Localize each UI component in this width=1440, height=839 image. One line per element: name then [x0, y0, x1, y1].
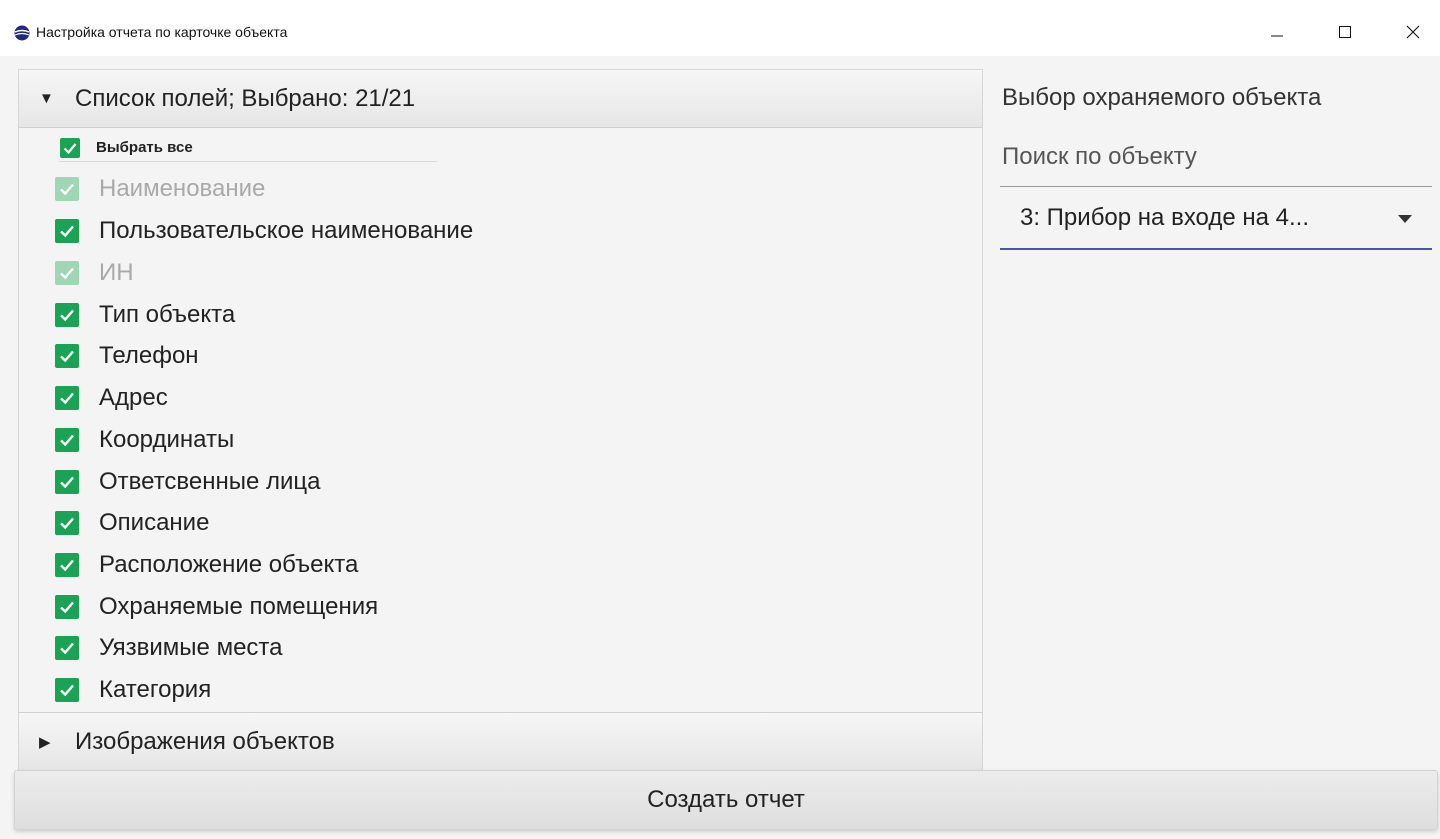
close-button[interactable] [1390, 14, 1436, 50]
minimize-button[interactable] [1254, 14, 1300, 50]
checkmark-icon [60, 225, 74, 238]
field-label: Уязвимые места [99, 634, 283, 661]
field-checkbox[interactable] [55, 344, 79, 368]
field-label: Описание [99, 509, 210, 536]
field-label: ИН [99, 259, 134, 286]
maximize-icon [1339, 26, 1351, 38]
field-checkbox[interactable] [55, 470, 79, 494]
app-logo-icon [14, 25, 30, 41]
field-label: Категория [99, 676, 212, 703]
field-item-category[interactable]: Категория [55, 672, 211, 708]
checkmark-icon [60, 137, 80, 158]
images-pane-header[interactable]: ▶ Изображения объектов [19, 712, 982, 770]
accordion: ▼ Список полей; Выбрано: 21/21 Выбрать в… [18, 69, 983, 771]
maximize-button[interactable] [1322, 14, 1368, 50]
field-checkbox[interactable] [55, 303, 79, 327]
field-checkbox[interactable] [55, 511, 79, 535]
field-checkbox [55, 177, 79, 201]
main-area: ▼ Список полей; Выбрано: 21/21 Выбрать в… [0, 56, 1440, 839]
close-icon [1406, 25, 1420, 39]
checkmark-icon [60, 183, 74, 196]
window-title: Настройка отчета по карточке объекта [36, 24, 288, 40]
select-all-row[interactable]: Выбрать все [59, 134, 437, 162]
field-item-object-type[interactable]: Тип объекта [55, 297, 235, 333]
expanded-arrow-icon: ▼ [39, 90, 54, 107]
chevron-down-icon [1398, 215, 1412, 223]
checkmark-icon [60, 684, 74, 697]
checkmark-icon [60, 309, 74, 322]
checkmark-icon [60, 434, 74, 447]
fields-pane-header[interactable]: ▼ Список полей; Выбрано: 21/21 [19, 70, 982, 128]
field-checkbox [55, 261, 79, 285]
collapsed-arrow-icon: ▶ [39, 733, 51, 751]
select-all-label: Выбрать все [96, 139, 193, 156]
field-checkbox[interactable] [55, 553, 79, 577]
field-checkbox[interactable] [55, 595, 79, 619]
field-label: Адрес [99, 384, 168, 411]
checkmark-icon [60, 476, 74, 489]
checkmark-icon [60, 559, 74, 572]
checkmark-icon [60, 517, 74, 530]
object-search-input[interactable]: Поиск по объекту [1000, 129, 1432, 187]
checkmark-icon [60, 642, 74, 655]
field-checkbox[interactable] [55, 386, 79, 410]
checkmark-icon [60, 601, 74, 614]
field-item-responsible[interactable]: Ответсвенные лица [55, 464, 321, 500]
field-label: Телефон [99, 342, 199, 369]
object-select-combobox[interactable]: 3: Прибор на входе на 4... [1000, 188, 1432, 250]
field-label: Тип объекта [99, 301, 236, 328]
field-item-guarded-rooms[interactable]: Охраняемые помещения [55, 589, 378, 625]
field-item-phone[interactable]: Телефон [55, 338, 199, 374]
field-item-id: ИН [55, 255, 134, 291]
field-item-vulnerable[interactable]: Уязвимые места [55, 630, 282, 666]
images-pane-title: Изображения объектов [75, 727, 335, 755]
field-label: Расположение объекта [99, 551, 359, 578]
create-report-button[interactable]: Создать отчет [14, 770, 1438, 830]
field-item-description[interactable]: Описание [55, 505, 209, 541]
field-item-user-name[interactable]: Пользовательское наименование [55, 213, 473, 249]
object-select-value: 3: Прибор на входе на 4... [1020, 204, 1310, 231]
field-item-name: Наименование [55, 171, 265, 207]
field-checkbox[interactable] [55, 428, 79, 452]
fields-pane-title: Список полей; Выбрано: 21/21 [75, 84, 416, 112]
field-item-address[interactable]: Адрес [55, 380, 168, 416]
field-item-coordinates[interactable]: Координаты [55, 422, 234, 458]
field-item-location[interactable]: Расположение объекта [55, 547, 358, 583]
field-label: Пользовательское наименование [99, 217, 474, 244]
field-label: Ответсвенные лица [99, 468, 321, 495]
select-all-checkbox[interactable] [60, 137, 80, 158]
minimize-icon [1271, 35, 1283, 37]
field-label: Наименование [99, 175, 266, 202]
object-selection-title: Выбор охраняемого объекта [1002, 84, 1322, 111]
field-checkbox[interactable] [55, 219, 79, 243]
checkmark-icon [60, 267, 74, 280]
field-checkbox[interactable] [55, 636, 79, 660]
title-bar: Настройка отчета по карточке объекта [0, 0, 1440, 56]
checkmark-icon [60, 392, 74, 405]
object-selection-panel: Выбор охраняемого объекта Поиск по объек… [1000, 56, 1432, 756]
field-checkbox[interactable] [55, 678, 79, 702]
field-label: Координаты [99, 426, 235, 453]
checkmark-icon [60, 350, 74, 363]
field-list: Наименование Пользовательское наименован… [19, 162, 982, 710]
field-label: Охраняемые помещения [99, 593, 379, 620]
